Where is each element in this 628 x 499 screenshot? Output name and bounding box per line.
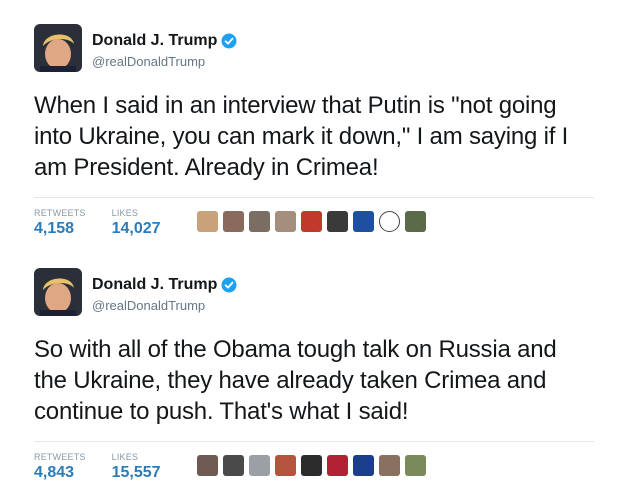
liker-avatar-icon[interactable] xyxy=(326,211,348,232)
author-handle[interactable]: @realDonaldTrump xyxy=(92,298,205,313)
liker-avatar-icon[interactable] xyxy=(196,211,218,232)
tweet-card: Donald J. Trump @realDonaldTrump So with… xyxy=(34,268,594,482)
author-name[interactable]: Donald J. Trump xyxy=(92,276,217,294)
author-handle[interactable]: @realDonaldTrump xyxy=(92,54,205,69)
tweet-text: When I said in an interview that Putin i… xyxy=(34,92,569,181)
likes-stat[interactable]: LIKES 14,027 xyxy=(112,208,161,238)
author-name-row: Donald J. Trump xyxy=(92,32,237,50)
liker-avatar-icon[interactable] xyxy=(248,455,270,476)
liker-avatars xyxy=(196,211,426,232)
retweets-count: 4,158 xyxy=(34,220,75,237)
tweet-card: Donald J. Trump @realDonaldTrump When I … xyxy=(34,24,594,238)
retweets-label: RETWEETS xyxy=(34,452,86,462)
liker-avatar-icon[interactable] xyxy=(404,455,426,476)
likes-stat[interactable]: LIKES 15,557 xyxy=(112,452,161,482)
likes-label: LIKES xyxy=(111,452,139,462)
liker-avatar-icon[interactable] xyxy=(222,455,244,476)
likes-count: 14,027 xyxy=(111,220,161,237)
tweet-header: Donald J. Trump @realDonaldTrump xyxy=(34,24,594,80)
tweet-stats: RETWEETS 4,158 LIKES 14,027 xyxy=(34,197,594,238)
liker-avatar-icon[interactable] xyxy=(378,211,400,232)
liker-avatar-icon[interactable] xyxy=(300,455,322,476)
author-name[interactable]: Donald J. Trump xyxy=(92,32,217,50)
likes-label: LIKES xyxy=(111,208,139,218)
retweets-stat[interactable]: RETWEETS 4,843 xyxy=(34,452,86,482)
liker-avatar-icon[interactable] xyxy=(300,211,322,232)
verified-badge-icon xyxy=(221,277,237,293)
liker-avatar-icon[interactable] xyxy=(196,455,218,476)
likes-count: 15,557 xyxy=(111,464,161,481)
retweets-label: RETWEETS xyxy=(34,208,86,218)
retweets-count: 4,843 xyxy=(34,464,75,481)
author-avatar[interactable] xyxy=(34,24,82,72)
author-avatar[interactable] xyxy=(34,268,82,316)
liker-avatar-icon[interactable] xyxy=(326,455,348,476)
liker-avatar-icon[interactable] xyxy=(352,455,374,476)
liker-avatar-icon[interactable] xyxy=(248,211,270,232)
liker-avatar-icon[interactable] xyxy=(274,211,296,232)
retweets-stat[interactable]: RETWEETS 4,158 xyxy=(34,208,86,238)
author-name-row: Donald J. Trump xyxy=(92,276,237,294)
liker-avatar-icon[interactable] xyxy=(274,455,296,476)
liker-avatar-icon[interactable] xyxy=(352,211,374,232)
tweet-header: Donald J. Trump @realDonaldTrump xyxy=(34,268,594,324)
tweet-text: So with all of the Obama tough talk on R… xyxy=(34,336,557,425)
verified-badge-icon xyxy=(221,33,237,49)
liker-avatar-icon[interactable] xyxy=(378,455,400,476)
tweet-stats: RETWEETS 4,843 LIKES 15,557 xyxy=(34,441,594,482)
liker-avatar-icon[interactable] xyxy=(222,211,244,232)
liker-avatar-icon[interactable] xyxy=(404,211,426,232)
liker-avatars xyxy=(196,455,426,476)
